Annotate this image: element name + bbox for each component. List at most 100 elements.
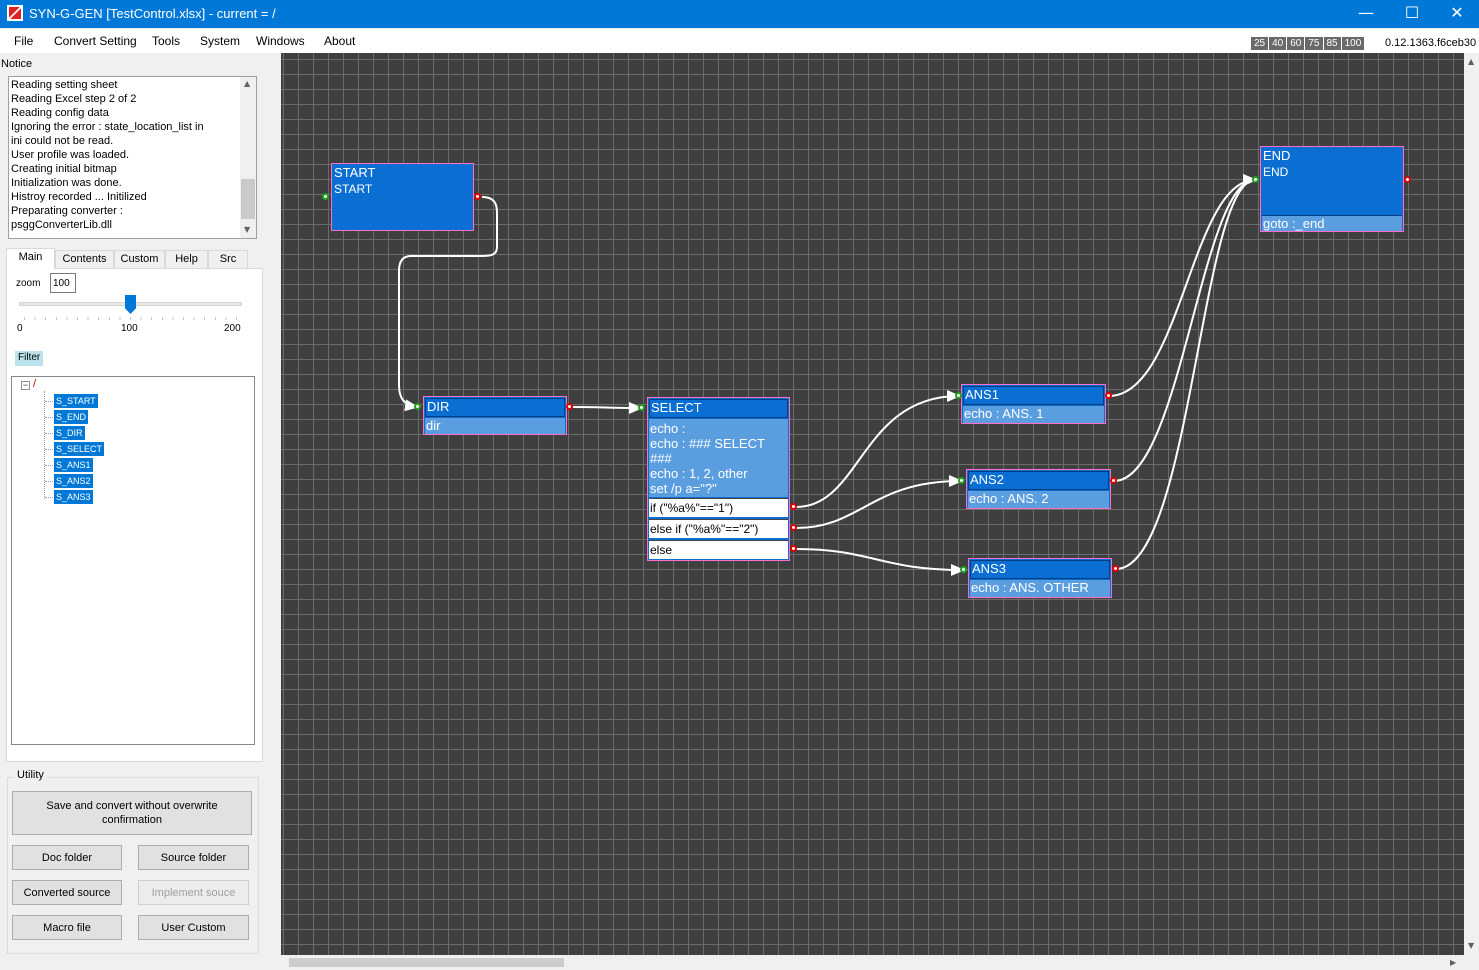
implement-source-button: Implement souce: [138, 880, 249, 905]
node-title: START START: [333, 165, 472, 229]
notice-line: Preparating converter :: [11, 205, 123, 217]
tree-item-s-ans1[interactable]: S_ANS1: [54, 458, 93, 472]
tree-item-s-start[interactable]: S_START: [54, 394, 98, 408]
notice-scroll-thumb[interactable]: [241, 179, 255, 219]
tree-guide-line: [44, 391, 45, 499]
wire-select-ans3: [795, 548, 965, 576]
select-branch-2[interactable]: else if ("%a%"=="2"): [649, 519, 788, 538]
user-custom-button[interactable]: User Custom: [138, 915, 249, 940]
dir-output-port[interactable]: [566, 403, 573, 410]
doc-folder-button[interactable]: Doc folder: [12, 845, 122, 870]
notice-lines: Reading setting sheet Reading Excel step …: [11, 78, 239, 232]
select-branch-else-port[interactable]: [790, 545, 797, 552]
select-body-line: set /p a="?": [650, 481, 717, 496]
scroll-up-icon[interactable]: ▲: [1468, 57, 1474, 66]
state-node-ans2[interactable]: ANS2 echo : ANS. 2: [966, 469, 1111, 509]
zoom-mid-label: 100: [121, 323, 138, 334]
scroll-down-icon[interactable]: ▼: [244, 225, 250, 234]
tree-item-s-end[interactable]: S_END: [54, 410, 89, 424]
canvas-vertical-scrollbar[interactable]: ▲ ▼: [1464, 53, 1479, 955]
node-title: END END: [1262, 148, 1402, 214]
state-tree[interactable]: [11, 376, 255, 745]
node-title: DIR: [425, 398, 565, 417]
node-body: echo : ANS. 2: [968, 491, 1109, 508]
ans1-output-port[interactable]: [1105, 392, 1112, 399]
end-input-port[interactable]: [1252, 176, 1259, 183]
macro-file-button[interactable]: Macro file: [12, 915, 122, 940]
state-node-ans3[interactable]: ANS3 echo : ANS. OTHER: [968, 558, 1112, 598]
tree-branch-line: [45, 449, 53, 450]
ans3-input-port[interactable]: [960, 566, 967, 573]
menu-convert-setting[interactable]: Convert Setting: [54, 34, 137, 48]
maximize-button[interactable]: ☐: [1389, 0, 1435, 28]
menu-windows[interactable]: Windows: [256, 34, 305, 48]
menu-file[interactable]: File: [14, 34, 33, 48]
select-branch-1-port[interactable]: [790, 503, 797, 510]
ans2-output-port[interactable]: [1110, 477, 1117, 484]
notice-line: ini could not be read.: [11, 135, 114, 147]
node-subtitle: START: [334, 182, 373, 196]
state-diagram-canvas[interactable]: START START END END goto :_end DIR dir S…: [281, 53, 1464, 955]
scroll-up-icon[interactable]: ▲: [244, 79, 250, 88]
zoom-preset-85[interactable]: 85: [1323, 37, 1341, 50]
source-folder-button[interactable]: Source folder: [138, 845, 249, 870]
start-output-port[interactable]: [474, 193, 481, 200]
utility-label: Utility: [14, 769, 47, 781]
zoom-preset-75[interactable]: 75: [1305, 37, 1323, 50]
notice-line: psggConverterLib.dll: [11, 219, 112, 231]
minimize-button[interactable]: —: [1343, 0, 1389, 28]
tab-main[interactable]: Main: [6, 248, 55, 269]
tab-custom[interactable]: Custom: [114, 250, 165, 269]
zoom-label: zoom: [16, 278, 41, 289]
state-node-start[interactable]: START START: [331, 163, 474, 231]
close-button[interactable]: ✕: [1434, 0, 1479, 28]
menu-about[interactable]: About: [324, 34, 355, 48]
tree-root[interactable]: /: [33, 378, 36, 390]
select-input-port[interactable]: [638, 404, 645, 411]
zoom-preset-60[interactable]: 60: [1287, 37, 1305, 50]
state-node-dir[interactable]: DIR dir: [423, 396, 567, 435]
save-convert-button[interactable]: Save and convert without overwrite confi…: [12, 791, 252, 835]
ans2-input-port[interactable]: [958, 477, 965, 484]
tree-branch-line: [45, 417, 53, 418]
tree-collapse-icon[interactable]: −: [21, 381, 30, 390]
start-input-port[interactable]: [322, 193, 329, 200]
select-branch-else[interactable]: else: [649, 540, 788, 559]
node-body: echo : echo : ### SELECT ### echo : 1, 2…: [649, 419, 788, 497]
scroll-right-icon[interactable]: ▶: [1450, 958, 1456, 967]
select-branch-2-port[interactable]: [790, 524, 797, 531]
tree-branch-line: [45, 497, 53, 498]
scroll-down-icon[interactable]: ▼: [1468, 941, 1474, 950]
zoom-min-label: 0: [17, 323, 23, 334]
state-node-select[interactable]: SELECT echo : echo : ### SELECT ### echo…: [647, 397, 790, 561]
notice-scrollbar[interactable]: ▲ ▼: [240, 77, 256, 238]
tab-contents[interactable]: Contents: [55, 250, 114, 269]
dir-input-port[interactable]: [414, 403, 421, 410]
tree-item-s-ans2[interactable]: S_ANS2: [54, 474, 93, 488]
select-branch-1[interactable]: if ("%a%"=="1"): [649, 498, 788, 517]
tree-item-s-select[interactable]: S_SELECT: [54, 442, 105, 456]
canvas-horizontal-scrollbar[interactable]: ▶: [281, 955, 1464, 970]
ans3-output-port[interactable]: [1112, 565, 1119, 572]
end-output-port[interactable]: [1404, 176, 1411, 183]
filter-button[interactable]: Filter: [15, 351, 44, 366]
menu-tools[interactable]: Tools: [152, 34, 180, 48]
node-subtitle: END: [1263, 165, 1289, 179]
title-bar: SYN-G-GEN [TestControl.xlsx] - current =…: [0, 0, 1479, 28]
ans1-input-port[interactable]: [955, 392, 962, 399]
wire-ans3-end: [1115, 174, 1257, 570]
zoom-input[interactable]: [50, 273, 76, 293]
state-node-end[interactable]: END END goto :_end: [1260, 146, 1404, 232]
tree-item-s-ans3[interactable]: S_ANS3: [54, 490, 93, 504]
menu-system[interactable]: System: [200, 34, 240, 48]
notice-log[interactable]: Reading setting sheet Reading Excel step …: [8, 76, 257, 239]
tree-item-s-dir[interactable]: S_DIR: [54, 426, 85, 440]
zoom-preset-100[interactable]: 100: [1341, 37, 1365, 50]
converted-source-button[interactable]: Converted source: [12, 880, 122, 905]
zoom-preset-25[interactable]: 25: [1251, 37, 1269, 50]
tab-help[interactable]: Help: [165, 250, 208, 269]
tab-src[interactable]: Src: [208, 250, 248, 269]
horizontal-scroll-thumb[interactable]: [289, 958, 564, 967]
zoom-preset-40[interactable]: 40: [1269, 37, 1287, 50]
state-node-ans1[interactable]: ANS1 echo : ANS. 1: [961, 384, 1106, 424]
